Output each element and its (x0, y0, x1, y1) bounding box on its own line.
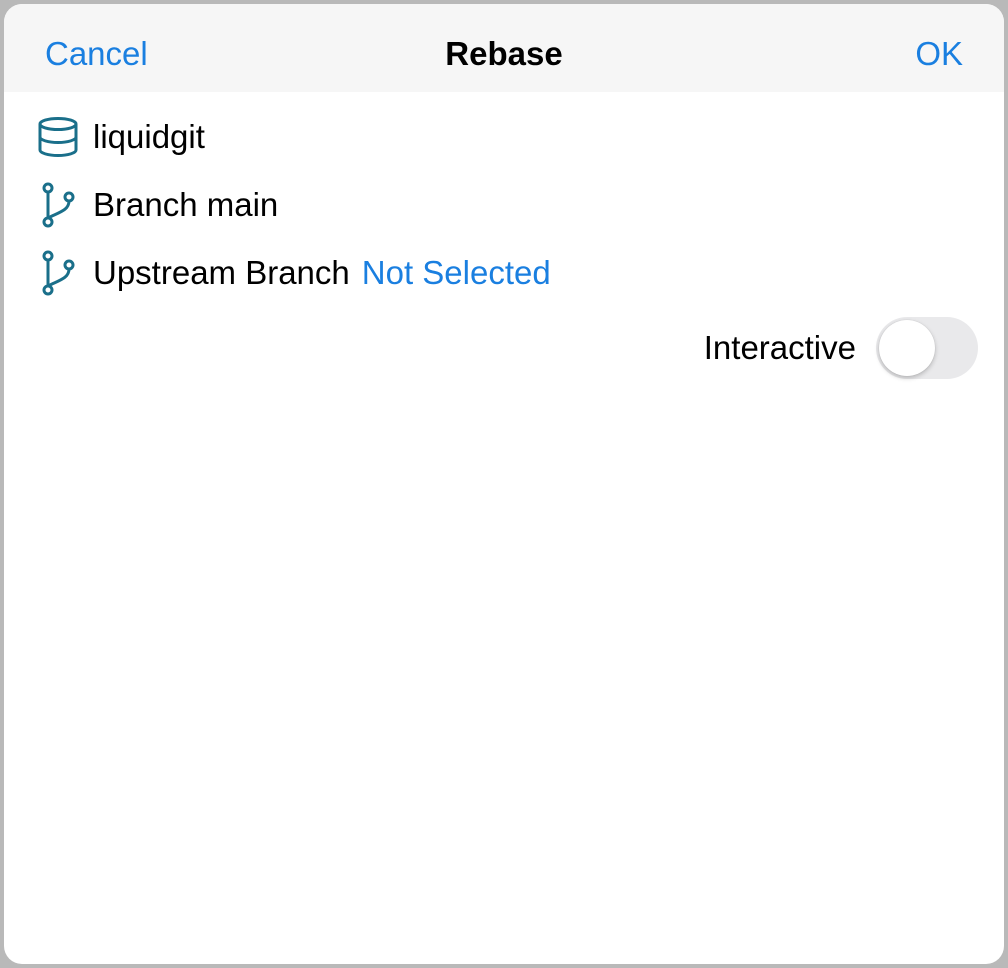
repository-row: liquidgit (36, 109, 205, 165)
rebase-dialog: Cancel Rebase OK liquidgit Branch main U… (4, 4, 1004, 964)
upstream-branch-selector[interactable]: Not Selected (362, 254, 551, 292)
interactive-toggle[interactable] (876, 317, 978, 379)
dialog-title: Rebase (445, 35, 563, 72)
branch-row: Branch main (36, 177, 278, 233)
interactive-label: Interactive (703, 329, 856, 366)
ok-button[interactable]: OK (915, 4, 963, 92)
interactive-option: Interactive (704, 316, 978, 380)
upstream-branch-label: Upstream Branch (93, 254, 350, 291)
navigation-bar: Cancel Rebase OK (4, 4, 1004, 92)
repository-name: liquidgit (93, 118, 205, 155)
upstream-branch-row[interactable]: Upstream Branch Not Selected (36, 245, 551, 301)
toggle-knob (879, 320, 935, 376)
database-icon (36, 113, 80, 161)
git-branch-icon (36, 249, 80, 297)
branch-label: Branch main (93, 186, 279, 223)
git-branch-icon (36, 181, 80, 229)
